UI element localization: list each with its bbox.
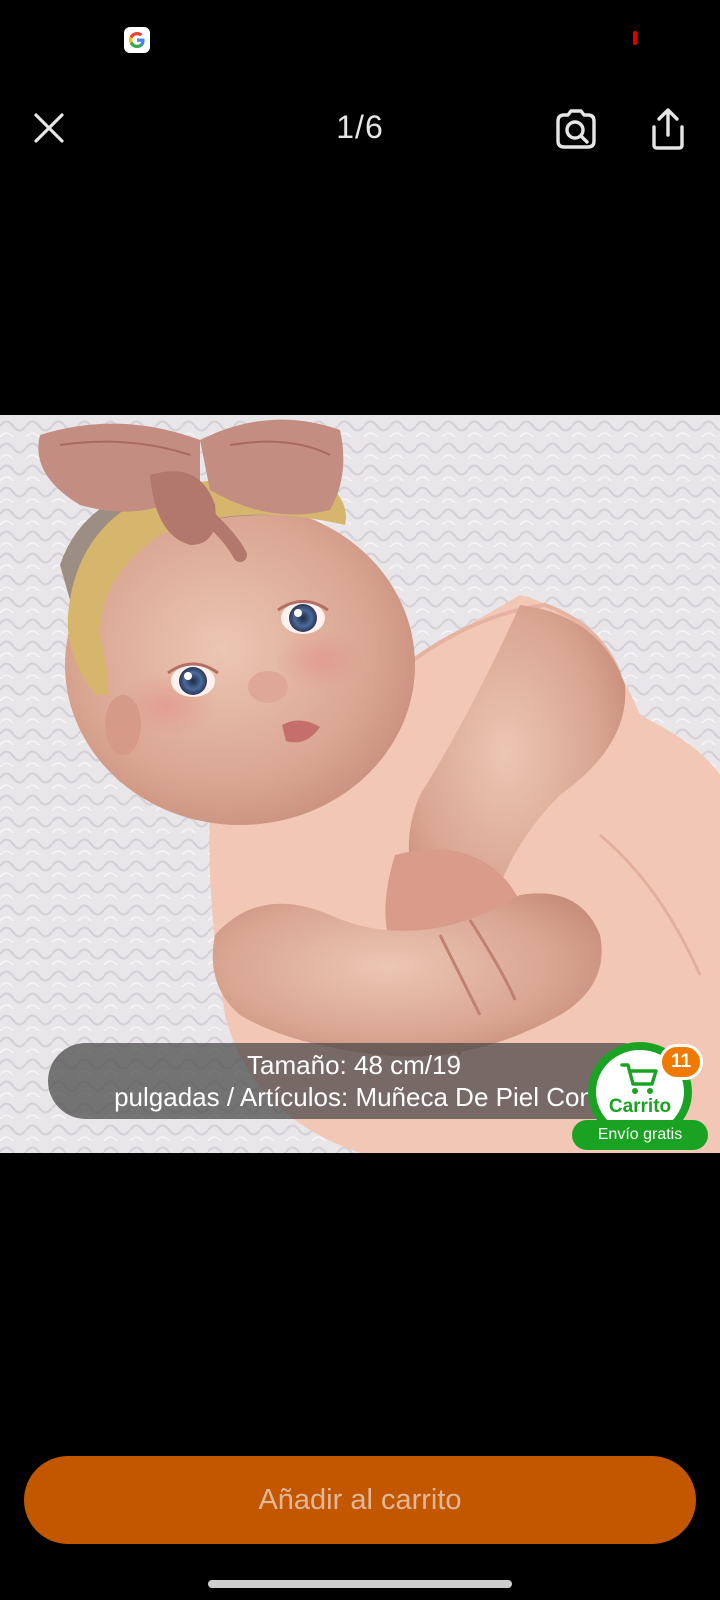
image-counter: 1/6 [336, 109, 384, 145]
free-shipping-badge: Envío gratis [572, 1120, 708, 1150]
add-to-cart-button[interactable]: Añadir al carrito [24, 1456, 696, 1544]
image-search-button[interactable] [552, 105, 600, 153]
viewer-toolbar: 1/6 [0, 95, 720, 165]
image-search-icon [556, 109, 596, 149]
cart-label: Carrito [608, 1096, 672, 1117]
caption-line-1: Tamaño: 48 cm/19 [247, 1050, 461, 1080]
status-bar [0, 0, 720, 70]
recording-indicator [633, 31, 637, 45]
cart-count-badge: 11 [659, 1044, 703, 1080]
caption-line-2: pulgadas / Artículos: Muñeca De Piel Con [114, 1082, 594, 1112]
share-icon [652, 108, 684, 150]
image-caption: Tamaño: 48 cm/19 pulgadas / Artículos: M… [48, 1043, 660, 1119]
home-indicator[interactable] [208, 1580, 512, 1588]
cart-icon [620, 1063, 658, 1094]
cart-floating-button[interactable]: Carrito 11 Envío gratis [572, 1040, 708, 1152]
google-g-icon [124, 27, 150, 53]
share-button[interactable] [645, 105, 691, 153]
